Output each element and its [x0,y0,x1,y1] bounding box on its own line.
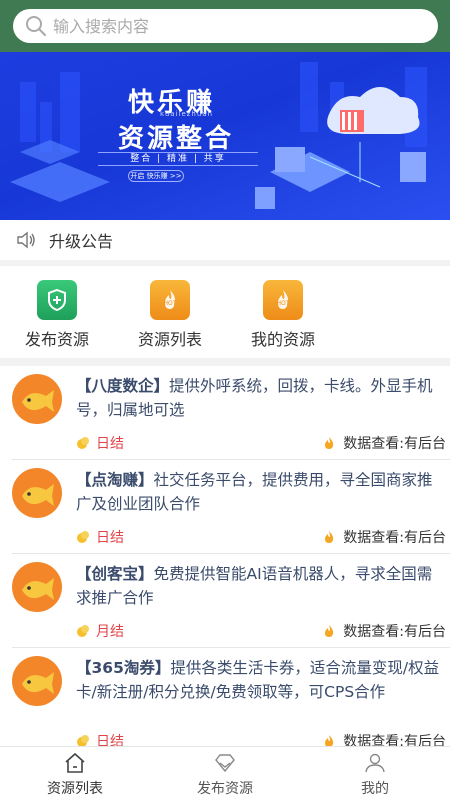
shortcut-my-resources[interactable]: HOT 我的资源 [228,280,338,356]
diamond-icon [215,754,235,773]
item-title: 【点淘赚】社交任务平台，提供费用，寻全国商家推广及创业团队合作 [76,468,446,516]
data-info: 数据查看:有后台 [323,621,446,641]
coin-icon [77,735,89,746]
list-item[interactable]: 【点淘赚】社交任务平台，提供费用，寻全国商家推广及创业团队合作 日结 数据查看:… [12,460,450,554]
fire-icon [325,531,334,543]
item-name: 【创客宝】 [76,565,154,583]
item-name: 【点淘赚】 [76,471,154,489]
tab-resource-list[interactable]: 资源列表 [0,747,150,800]
search-input[interactable] [53,16,413,36]
banner-subtitle: 资源整合 [118,124,235,154]
tab-label: 我的 [361,781,389,797]
item-meta: 日结 数据查看:有后台 [76,731,446,746]
fish-avatar-icon [12,656,62,706]
item-meta: 日结 数据查看:有后台 [76,527,446,547]
fire-icon [325,735,334,746]
coin-icon [77,531,89,543]
settlement: 日结 [76,731,124,746]
announcement-bar[interactable]: 升级公告 [0,220,450,266]
top-bar [0,0,450,52]
speaker-icon [17,231,35,249]
tab-mine[interactable]: 我的 [300,747,450,800]
svg-text:HOT: HOT [277,300,290,307]
announcement-text: 升级公告 [49,232,114,251]
data-info: 数据查看:有后台 [323,433,446,453]
fish-avatar-icon [12,374,62,424]
settlement-text: 月结 [96,624,124,640]
shield-plus-icon [37,280,77,320]
settlement: 日结 [76,527,124,547]
data-info: 数据查看:有后台 [323,731,446,746]
shortcut-label: 我的资源 [250,330,315,349]
fire-icon [325,437,334,449]
coin-icon [77,625,89,637]
banner-tags: 整合 | 精准 | 共享 [98,152,258,166]
fish-avatar-icon [12,468,62,518]
list-item[interactable]: 【创客宝】免费提供智能AI语音机器人，寻求全国需求推广合作 月结 数据查看:有后… [12,554,450,648]
item-title: 【创客宝】免费提供智能AI语音机器人，寻求全国需求推广合作 [76,562,446,610]
tab-label: 发布资源 [197,781,253,797]
item-name: 【365淘券】 [76,659,171,677]
shortcut-label: 资源列表 [137,330,202,349]
item-meta: 月结 数据查看:有后台 [76,621,446,641]
item-title: 【365淘券】提供各类生活卡券，适合流量变现/权益卡/新注册/积分兑换/免费领取… [76,656,446,704]
settlement-text: 日结 [96,734,124,746]
search-icon [26,16,46,36]
banner-pinyin: kuailezhuan [160,110,214,118]
settlement: 日结 [76,433,124,453]
banner-cta-button[interactable]: 开启 快乐赚 >> [128,170,184,182]
data-info-text: 数据查看:有后台 [343,530,446,546]
list-item[interactable]: 【365淘券】提供各类生活卡券，适合流量变现/权益卡/新注册/积分兑换/免费领取… [12,648,450,746]
fish-avatar-icon [12,562,62,612]
promo-banner[interactable]: 快乐赚 kuailezhuan 资源整合 整合 | 精准 | 共享 开启 快乐赚… [0,52,450,220]
tab-publish-resource[interactable]: 发布资源 [150,747,300,800]
shortcut-resource-list[interactable]: HOT 资源列表 [115,280,225,356]
shortcut-publish-resource[interactable]: 发布资源 [2,280,112,356]
svg-text:HOT: HOT [164,300,177,307]
fire-icon [325,625,334,637]
settlement-text: 日结 [96,530,124,546]
data-info-text: 数据查看:有后台 [343,624,446,640]
settlement-text: 日结 [96,436,124,452]
hot-flame-icon: HOT [263,280,303,320]
item-name: 【八度数企】 [76,377,170,395]
data-info: 数据查看:有后台 [323,527,446,547]
item-title: 【八度数企】提供外呼系统，回拨，卡线。外显手机号，归属地可选 [76,374,446,422]
home-icon [65,752,85,773]
resource-list: 【八度数企】提供外呼系统，回拨，卡线。外显手机号，归属地可选 日结 数据查看:有… [0,366,450,746]
item-meta: 日结 数据查看:有后台 [76,433,446,453]
bottom-tab-bar: 资源列表 发布资源 我的 [0,746,450,800]
coin-icon [77,437,89,449]
shortcut-label: 发布资源 [24,330,89,349]
shortcut-grid: 发布资源 HOT 资源列表 HOT 我的资源 [0,272,450,358]
tab-label: 资源列表 [47,781,103,797]
data-info-text: 数据查看:有后台 [343,734,446,746]
search-box[interactable] [13,9,438,43]
list-item[interactable]: 【八度数企】提供外呼系统，回拨，卡线。外显手机号，归属地可选 日结 数据查看:有… [12,366,450,460]
hot-flame-icon: HOT [150,280,190,320]
user-icon [365,753,385,773]
section-divider [0,358,450,366]
settlement: 月结 [76,621,124,641]
data-info-text: 数据查看:有后台 [343,436,446,452]
